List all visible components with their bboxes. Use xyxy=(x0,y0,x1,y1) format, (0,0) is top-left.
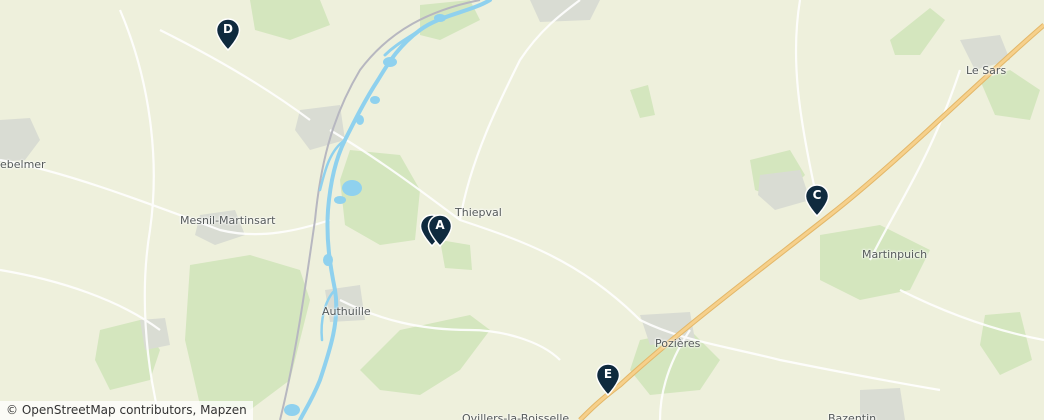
main-road-d929 xyxy=(578,23,1044,420)
attribution-link[interactable]: © OpenStreetMap contributors, Mapzen xyxy=(6,403,247,417)
place-label-thiepval: Thiepval xyxy=(455,206,502,219)
marker-label-d: D xyxy=(223,22,233,36)
place-label-mesnil-martinsart: Mesnil-Martinsart xyxy=(180,214,276,227)
place-label-bazentin: Bazentin xyxy=(828,412,877,420)
map-marker-a[interactable]: A xyxy=(427,214,453,248)
place-label-authuille: Authuille xyxy=(322,305,371,318)
map-canvas[interactable]: ebelmer Mesnil-Martinsart Thiepval Authu… xyxy=(0,0,1044,420)
place-label-le-sars: Le Sars xyxy=(966,64,1007,77)
marker-label-e: E xyxy=(603,367,613,381)
map-attribution: © OpenStreetMap contributors, Mapzen xyxy=(0,401,253,420)
marker-label-c: C xyxy=(812,188,822,202)
map-marker-c[interactable]: C xyxy=(804,184,830,218)
place-label-pozieres: Pozières xyxy=(655,337,701,350)
place-label-ovillers: Ovillers-la-Boisselle xyxy=(462,412,570,420)
marker-label-a: A xyxy=(435,218,445,232)
map-base-layer xyxy=(0,0,1044,420)
map-marker-e[interactable]: E xyxy=(595,363,621,397)
place-label-beaumont-hamel: ebelmer xyxy=(0,158,46,171)
place-label-martinpuich: Martinpuich xyxy=(862,248,928,261)
map-marker-d[interactable]: D xyxy=(215,18,241,52)
